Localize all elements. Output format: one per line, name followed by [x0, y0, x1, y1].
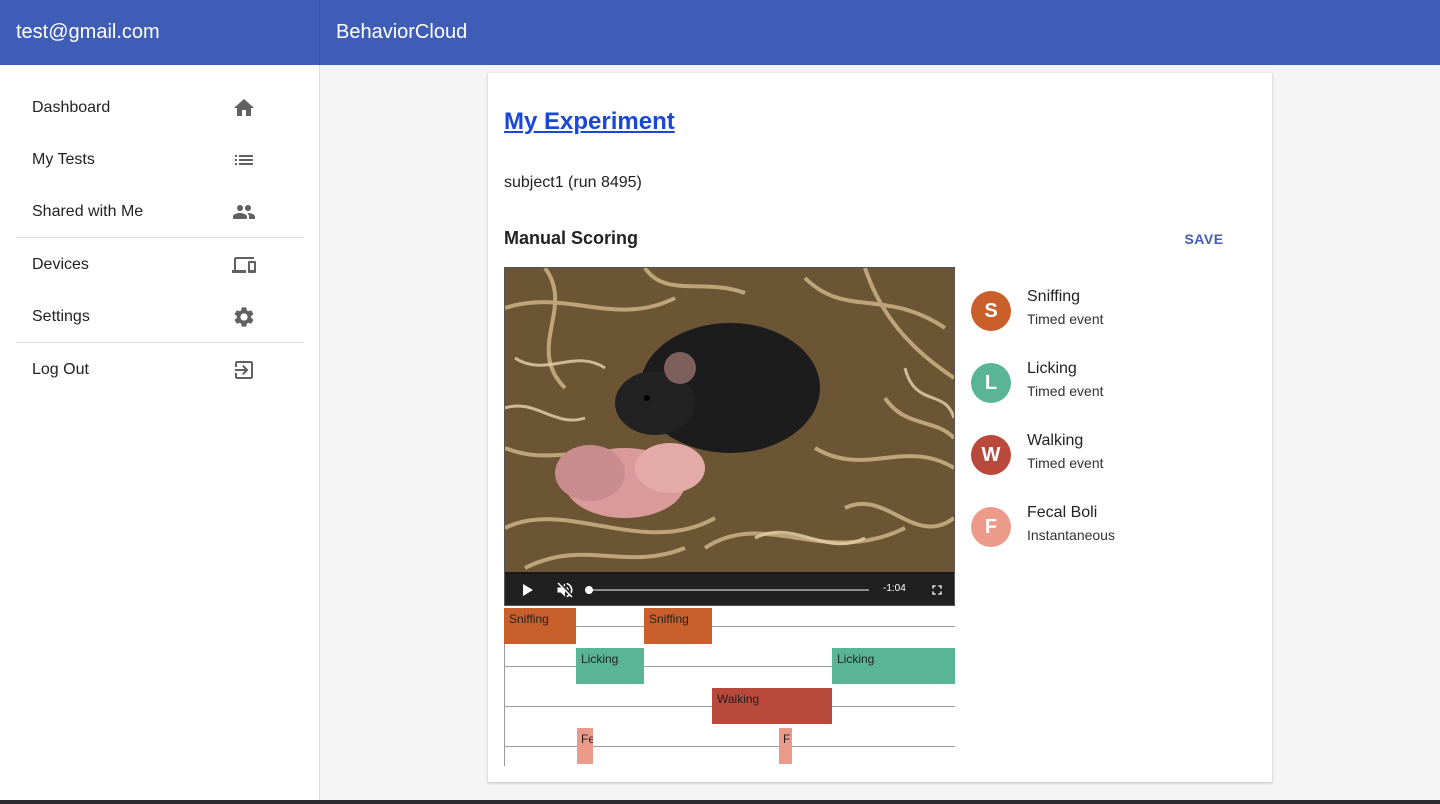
behavior-type: Timed event: [1027, 455, 1104, 471]
behavior-name: Walking: [1027, 432, 1084, 449]
app-title: BehaviorCloud: [336, 21, 468, 43]
sidebar-item-label: Shared with Me: [32, 203, 144, 220]
video-progress-track[interactable]: [589, 589, 869, 591]
behavior-avatar: F: [971, 507, 1011, 547]
sidebar-item-log-out[interactable]: Log Out: [16, 346, 304, 394]
behavior-avatar: S: [971, 291, 1011, 331]
gear-icon: [234, 307, 254, 327]
subject-label: subject1 (run 8495): [504, 174, 642, 191]
timeline-event-licking[interactable]: Licking: [576, 648, 644, 684]
sidebar-item-label: Dashboard: [32, 99, 111, 116]
timeline-event-licking[interactable]: Licking: [832, 648, 955, 684]
behavior-type: Instantaneous: [1027, 527, 1115, 543]
behavior-timeline: Sniffing Sniffing Licking Licking Walkin…: [504, 608, 955, 766]
behavior-item-licking[interactable]: L Licking Timed event: [971, 359, 1251, 411]
sidebar-item-my-tests[interactable]: My Tests: [16, 136, 304, 184]
sidebar-item-label: My Tests: [32, 151, 95, 168]
nav-divider: [16, 237, 304, 238]
video-controls: -1:04: [505, 574, 954, 605]
people-icon: [233, 205, 255, 219]
fullscreen-icon[interactable]: [929, 582, 945, 598]
logout-icon: [235, 361, 253, 379]
timeline-event-walking[interactable]: Walking: [712, 688, 832, 724]
section-title: Manual Scoring: [504, 228, 639, 248]
mute-icon[interactable]: [555, 580, 575, 600]
sidebar: Dashboard My Tests Shared with Me Device…: [0, 65, 320, 800]
sidebar-item-label: Devices: [32, 256, 89, 273]
home-icon: [234, 99, 254, 116]
behavior-name: Fecal Boli: [1027, 504, 1098, 521]
app-bar: test@gmail.com BehaviorCloud: [0, 0, 1440, 65]
video-player[interactable]: -1:04: [504, 267, 955, 606]
list-icon: [235, 155, 253, 165]
behavior-item-sniffing[interactable]: S Sniffing Timed event: [971, 287, 1251, 339]
timeline-track-fecal-boli: [504, 746, 955, 747]
sidebar-item-devices[interactable]: Devices: [16, 241, 304, 289]
play-icon[interactable]: [519, 582, 535, 598]
video-time-remaining: -1:04: [883, 583, 906, 594]
video-progress-knob[interactable]: [585, 586, 593, 594]
devices-icon: [232, 257, 256, 273]
timeline-event-fecal-boli[interactable]: F: [779, 728, 792, 764]
nav-divider: [16, 342, 304, 343]
behavior-type: Timed event: [1027, 383, 1104, 399]
window-bottom-edge: [0, 800, 1440, 804]
behavior-avatar: L: [971, 363, 1011, 403]
behavior-name: Licking: [1027, 360, 1077, 377]
timeline-event-sniffing[interactable]: Sniffing: [504, 608, 576, 644]
behavior-name: Sniffing: [1027, 288, 1081, 305]
behavior-item-walking[interactable]: W Walking Timed event: [971, 431, 1251, 483]
behavior-avatar: W: [971, 435, 1011, 475]
sidebar-item-settings[interactable]: Settings: [16, 293, 304, 341]
sidebar-item-dashboard[interactable]: Dashboard: [16, 84, 304, 132]
user-email: test@gmail.com: [0, 0, 320, 65]
behavior-item-fecal-boli[interactable]: F Fecal Boli Instantaneous: [971, 503, 1251, 555]
timeline-event-fecal-boli[interactable]: Fe: [577, 728, 593, 764]
sidebar-item-shared-with-me[interactable]: Shared with Me: [16, 188, 304, 236]
save-button[interactable]: SAVE: [1174, 227, 1234, 251]
scoring-card: My Experiment subject1 (run 8495) Manual…: [488, 73, 1272, 782]
behavior-type: Timed event: [1027, 311, 1104, 327]
sidebar-item-label: Settings: [32, 308, 90, 325]
video-frame: [505, 268, 954, 572]
timeline-event-sniffing[interactable]: Sniffing: [644, 608, 712, 644]
experiment-link[interactable]: My Experiment: [504, 108, 675, 136]
sidebar-item-label: Log Out: [32, 361, 89, 378]
